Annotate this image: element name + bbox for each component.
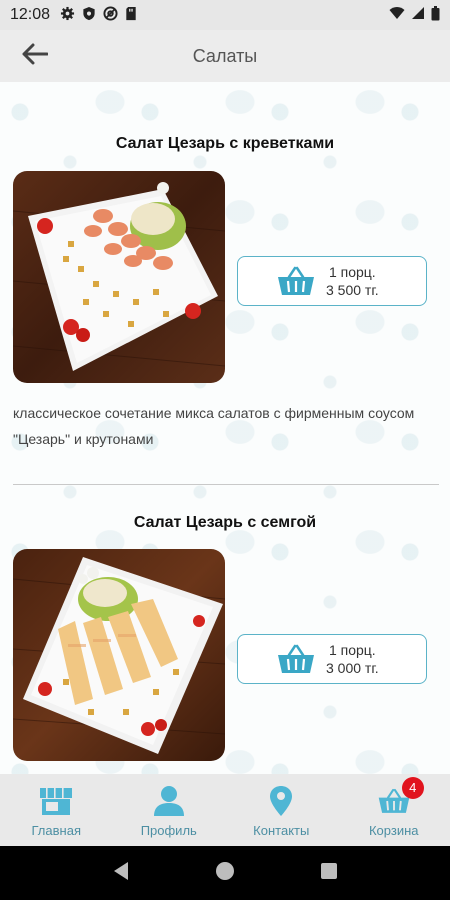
product-title: Салат Цезарь с семгой: [133, 514, 317, 531]
price-text: 1 порц. 3 500 тг.: [326, 263, 379, 299]
page-title: Салаты: [192, 45, 258, 66]
signal-icon: [411, 6, 425, 24]
back-triangle-icon[interactable]: [112, 861, 130, 885]
sd-card-icon: [125, 6, 137, 25]
bottom-navigation: Главная Профиль Контакты 4 Корзина: [0, 774, 450, 846]
product-description: классическое сочетание микса салатов с ф…: [13, 405, 415, 447]
nav-item-home[interactable]: Главная: [0, 774, 113, 846]
store-icon: [38, 783, 74, 819]
add-to-cart-button[interactable]: 1 порц. 3 500 тг.: [237, 256, 427, 306]
recents-square-icon[interactable]: [320, 862, 338, 884]
product-list[interactable]: Салат Цезарь с креветками 1 порц. 3 500 …: [0, 82, 450, 774]
status-bar: 12:08: [0, 0, 450, 30]
nav-label-home: Главная: [31, 822, 81, 838]
nav-item-contacts[interactable]: Контакты: [225, 774, 338, 846]
basket-icon: 4: [376, 776, 424, 819]
wifi-icon: [389, 6, 405, 24]
nav-label-contacts: Контакты: [253, 822, 310, 838]
divider: [13, 484, 439, 485]
price-text: 1 порц. 3 000 тг.: [326, 641, 379, 677]
price-label: 3 000 тг.: [326, 660, 379, 676]
price-label: 3 500 тг.: [326, 282, 379, 298]
nav-label-profile: Профиль: [140, 822, 197, 838]
nav-item-profile[interactable]: Профиль: [113, 774, 226, 846]
status-time: 12:08: [10, 6, 51, 23]
portion-label: 1 порц.: [328, 642, 376, 658]
person-icon: [151, 783, 187, 819]
product-image[interactable]: [13, 549, 225, 761]
product-image[interactable]: [13, 171, 225, 383]
arrow-left-icon: [22, 43, 49, 69]
app-bar: Салаты: [0, 30, 450, 82]
product-title: Салат Цезарь с креветками: [115, 135, 335, 152]
cart-count-badge: 4: [401, 776, 424, 799]
at-icon: [103, 5, 118, 25]
shield-icon: [82, 6, 96, 25]
nav-item-cart[interactable]: 4 Корзина: [338, 774, 450, 846]
basket-icon: [276, 265, 316, 297]
home-circle-icon[interactable]: [215, 861, 235, 885]
system-navigation-bar: [0, 846, 450, 900]
basket-icon: [276, 643, 316, 675]
nav-label-cart: Корзина: [368, 822, 419, 838]
portion-label: 1 порц.: [328, 264, 376, 280]
battery-icon: [431, 5, 440, 25]
add-to-cart-button[interactable]: 1 порц. 3 000 тг.: [237, 634, 427, 684]
gear-icon: [60, 6, 75, 25]
back-button[interactable]: [18, 40, 52, 72]
location-pin-icon: [263, 783, 299, 819]
